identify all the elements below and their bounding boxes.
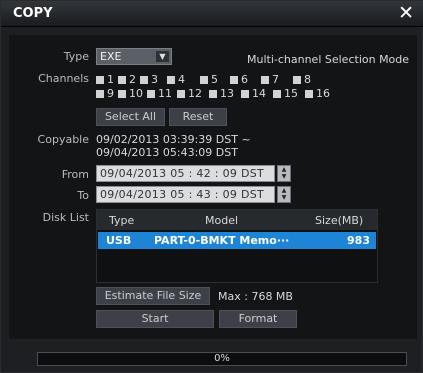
start-button[interactable]: Start: [96, 310, 214, 328]
checkbox-icon[interactable]: [273, 90, 281, 98]
channel-number: 11: [158, 87, 172, 100]
arrow-down-icon[interactable]: ▼: [278, 194, 290, 201]
disk-list-table: Type Model Size(MB) USB PART-0-BMKT Memo…: [96, 209, 378, 283]
arrow-down-icon[interactable]: ▼: [278, 173, 290, 180]
type-label: Type: [63, 50, 89, 63]
from-field[interactable]: 09/04/2013 05 : 42 : 09 DST: [96, 165, 275, 182]
channel-number: 3: [151, 73, 158, 86]
checkbox-icon[interactable]: [230, 76, 238, 84]
to-field[interactable]: 09/04/2013 05 : 43 : 09 DST: [96, 186, 275, 203]
checkbox-icon[interactable]: [167, 76, 175, 84]
from-stepper[interactable]: ▲ ▼: [277, 165, 291, 182]
copyable-end: 09/04/2013 05:43:09 DST: [96, 146, 238, 159]
channel-number: 15: [284, 87, 298, 100]
channel-number: 16: [316, 87, 330, 100]
checkbox-icon[interactable]: [177, 90, 185, 98]
type-select-value: EXE: [100, 50, 122, 63]
checkbox-icon[interactable]: [261, 76, 269, 84]
row-type: USB: [106, 234, 132, 247]
to-stepper[interactable]: ▲ ▼: [277, 186, 291, 203]
channel-number: 4: [178, 73, 185, 86]
title-bar: COPY ✕: [1, 1, 423, 27]
to-label: To: [77, 189, 89, 202]
channel-number: 12: [188, 87, 202, 100]
copyable-start: 09/02/2013 03:39:39 DST ~: [96, 133, 251, 146]
disk-list-label: Disk List: [42, 211, 89, 224]
from-label: From: [61, 168, 89, 181]
row-model: PART-0-BMKT Memo···: [154, 234, 290, 247]
checkbox-icon[interactable]: [96, 90, 104, 98]
max-size-text: Max : 768 MB: [218, 290, 293, 303]
type-select[interactable]: EXE ▼: [96, 48, 172, 65]
select-all-button[interactable]: Select All: [96, 108, 165, 126]
channel-number: 13: [220, 87, 234, 100]
progress-percent: 0%: [214, 353, 230, 364]
format-button[interactable]: Format: [219, 310, 297, 328]
checkbox-icon[interactable]: [293, 76, 301, 84]
dialog-title: COPY: [13, 6, 53, 21]
checkbox-icon[interactable]: [209, 90, 217, 98]
channel-number: 6: [241, 73, 248, 86]
table-header: Type Model Size(MB): [97, 210, 377, 230]
checkbox-icon[interactable]: [147, 90, 155, 98]
progress-bar: 0%: [37, 352, 407, 366]
reset-button[interactable]: Reset: [169, 108, 227, 126]
checkbox-icon[interactable]: [241, 90, 249, 98]
checkbox-icon[interactable]: [118, 76, 126, 84]
chevron-down-icon[interactable]: ▼: [156, 51, 169, 62]
mode-text: Multi-channel Selection Mode: [247, 53, 410, 66]
arrow-up-icon[interactable]: ▲: [278, 166, 290, 173]
channel-number: 7: [272, 73, 279, 86]
channel-number: 2: [129, 73, 136, 86]
table-row[interactable]: USB PART-0-BMKT Memo··· 983: [98, 232, 376, 249]
channel-number: 8: [304, 73, 311, 86]
channel-number: 5: [211, 73, 218, 86]
row-size: 983: [347, 234, 370, 247]
arrow-up-icon[interactable]: ▲: [278, 187, 290, 194]
to-value: 09/04/2013 05 : 43 : 09 DST: [100, 188, 265, 201]
column-header-type: Type: [109, 214, 135, 227]
copy-dialog: COPY ✕ Type EXE ▼ Multi-channel Selectio…: [0, 0, 423, 373]
checkbox-icon[interactable]: [305, 90, 313, 98]
column-header-size: Size(MB): [315, 214, 364, 227]
copyable-label: Copyable: [37, 133, 89, 146]
channels-label: Channels: [38, 72, 89, 85]
channel-number: 14: [252, 87, 266, 100]
checkbox-icon[interactable]: [200, 76, 208, 84]
channel-number: 1: [107, 73, 114, 86]
from-value: 09/04/2013 05 : 42 : 09 DST: [100, 167, 265, 180]
estimate-file-size-button[interactable]: Estimate File Size: [96, 287, 210, 305]
channel-number: 10: [129, 87, 143, 100]
checkbox-icon[interactable]: [118, 90, 126, 98]
channel-number: 9: [107, 87, 114, 100]
checkbox-icon[interactable]: [140, 76, 148, 84]
column-header-model: Model: [205, 214, 239, 227]
close-icon[interactable]: ✕: [398, 2, 414, 24]
checkbox-icon[interactable]: [96, 76, 104, 84]
